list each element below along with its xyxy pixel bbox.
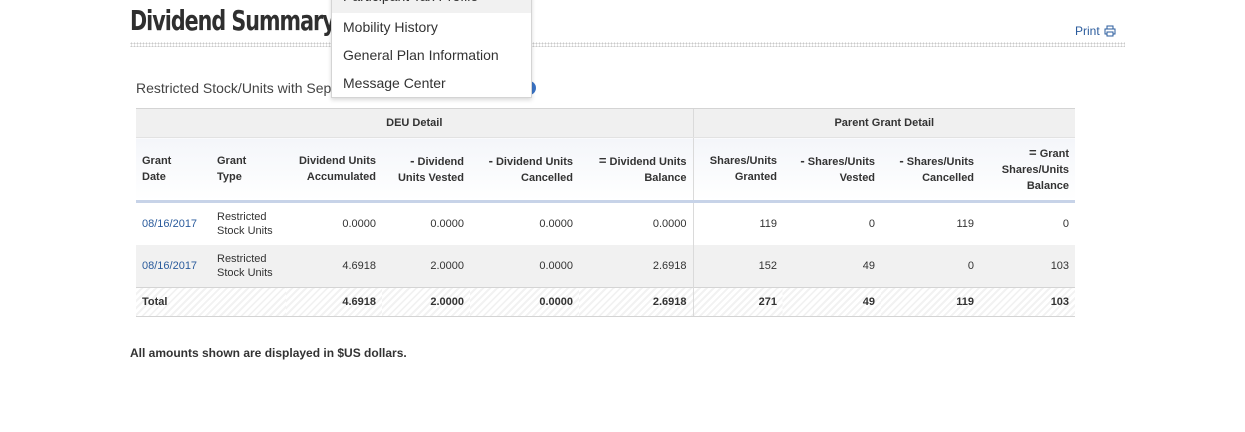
page-title: Dividend Summary (130, 4, 336, 37)
col-header-shares-vested: - Shares/Units Vested (783, 137, 882, 203)
col-header-grant-type: Grant Type (211, 137, 286, 203)
dividend-vested: 0.0000 (430, 218, 464, 230)
print-link[interactable]: Print (1075, 24, 1116, 38)
total-shares-granted: 271 (692, 287, 784, 317)
total-dividend-balance: 2.6918 (579, 287, 694, 317)
print-label: Print (1075, 24, 1100, 38)
shares-vested: 49 (783, 245, 882, 288)
printer-icon (1104, 25, 1116, 37)
title-divider (130, 42, 1125, 47)
total-dividend-accumulated: 4.6918 (286, 287, 382, 317)
total-dividend-cancelled: 0.0000 (470, 287, 579, 317)
total-grant-balance: 103 (980, 287, 1076, 317)
dividend-balance: 0.0000 (652, 218, 687, 230)
shares-cancelled: 0 (881, 245, 981, 288)
col-header-dividend-accumulated: Dividend Units Accumulated (286, 137, 382, 203)
col-header-dividend-cancelled: - Dividend Units Cancelled (470, 137, 579, 203)
menu-item-mobility-history[interactable]: Mobility History (332, 13, 531, 41)
grant-balance: 0 (1062, 218, 1070, 230)
total-row: Total 4.6918 2.0000 0.0000 2.6918 271 49… (136, 287, 1076, 317)
menu-item-message-center[interactable]: Message Center (332, 69, 531, 97)
col-header-grant-date: Grant Date (136, 137, 211, 203)
nav-dropdown-menu: Participant Tax Profile Mobility History… (331, 0, 532, 98)
shares-cancelled: 119 (956, 218, 975, 230)
col-header-grant-balance: = Grant Shares/Units Balance (980, 137, 1076, 203)
dividend-accumulated: 4.6918 (286, 245, 382, 288)
grant-date-link[interactable]: 08/16/2017 (136, 202, 211, 246)
grant-type: Restricted Stock Units (217, 211, 273, 237)
shares-granted: 119 (692, 201, 784, 245)
table-row: 08/16/2017 Restricted Stock Units 0.0000 … (136, 201, 1075, 246)
menu-item-participant-tax-profile[interactable]: Participant Tax Profile (332, 0, 531, 13)
dividend-cancelled: 0.0000 (470, 245, 579, 288)
group-header-parent: Parent Grant Detail (692, 108, 1076, 138)
total-shares-vested: 49 (783, 287, 882, 317)
dividend-cancelled: 0.0000 (539, 218, 573, 230)
dividend-summary-table: DEU Detail Parent Grant Detail Grant Date… (136, 108, 1076, 317)
col-header-shares-granted: Shares/Units Granted (692, 137, 784, 203)
col-header-dividend-balance: = Dividend Units Balance (579, 137, 694, 203)
total-shares-cancelled: 119 (881, 287, 981, 317)
col-header-shares-cancelled: - Shares/Units Cancelled (881, 137, 981, 203)
currency-footnote: All amounts shown are displayed in $US d… (130, 346, 407, 360)
shares-vested: 0 (868, 218, 876, 230)
menu-item-general-plan-information[interactable]: General Plan Information (332, 41, 531, 69)
dividend-vested: 2.0000 (382, 245, 470, 288)
total-dividend-vested: 2.0000 (382, 287, 470, 317)
shares-granted: 152 (692, 245, 784, 288)
dividend-accumulated: 0.0000 (342, 218, 376, 230)
grant-type: Restricted Stock Units (211, 245, 286, 288)
section-label: Restricted Stock/Units with Sepa (136, 80, 340, 96)
table-row: 08/16/2017 Restricted Stock Units 4.6918 … (136, 245, 1076, 288)
grant-date-link[interactable]: 08/16/2017 (136, 245, 211, 288)
group-header-deu: DEU Detail (136, 108, 694, 138)
grant-balance: 103 (980, 245, 1076, 288)
col-header-dividend-vested: - Dividend Units Vested (382, 137, 470, 203)
dividend-balance: 2.6918 (579, 245, 694, 288)
total-label: Total (136, 287, 286, 317)
